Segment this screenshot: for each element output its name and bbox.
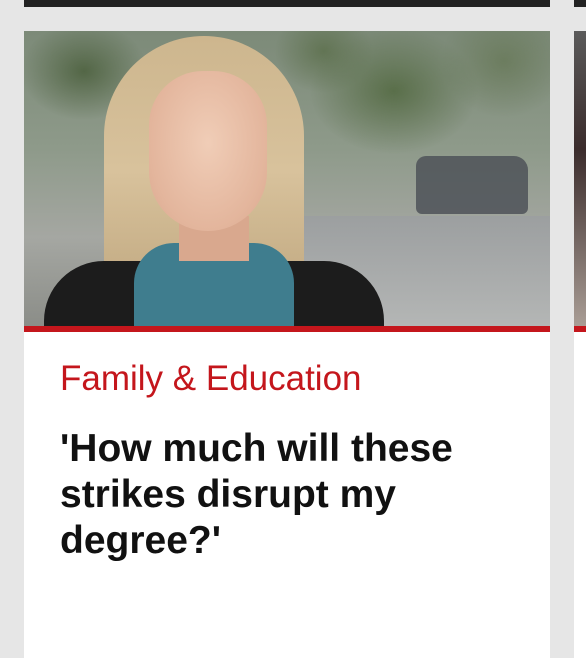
section-label[interactable]: Family & Education — [60, 358, 514, 400]
story-image[interactable] — [24, 31, 550, 326]
story-card[interactable]: Family & Education 'How much will these … — [24, 31, 550, 658]
previous-card-edge[interactable] — [24, 0, 550, 7]
news-feed: Family & Education 'How much will these … — [0, 0, 586, 658]
story-headline[interactable]: 'How much will these strikes disrupt my … — [60, 426, 514, 564]
previous-card-edge-right[interactable] — [574, 0, 586, 7]
sweater-front — [184, 263, 244, 326]
student-figure — [44, 31, 384, 326]
story-text[interactable]: Family & Education 'How much will these … — [24, 332, 550, 564]
next-story-image[interactable] — [574, 31, 586, 326]
next-accent-rule — [574, 326, 586, 332]
next-story-card[interactable] — [574, 31, 586, 658]
face — [149, 71, 267, 231]
background-van — [416, 156, 528, 214]
